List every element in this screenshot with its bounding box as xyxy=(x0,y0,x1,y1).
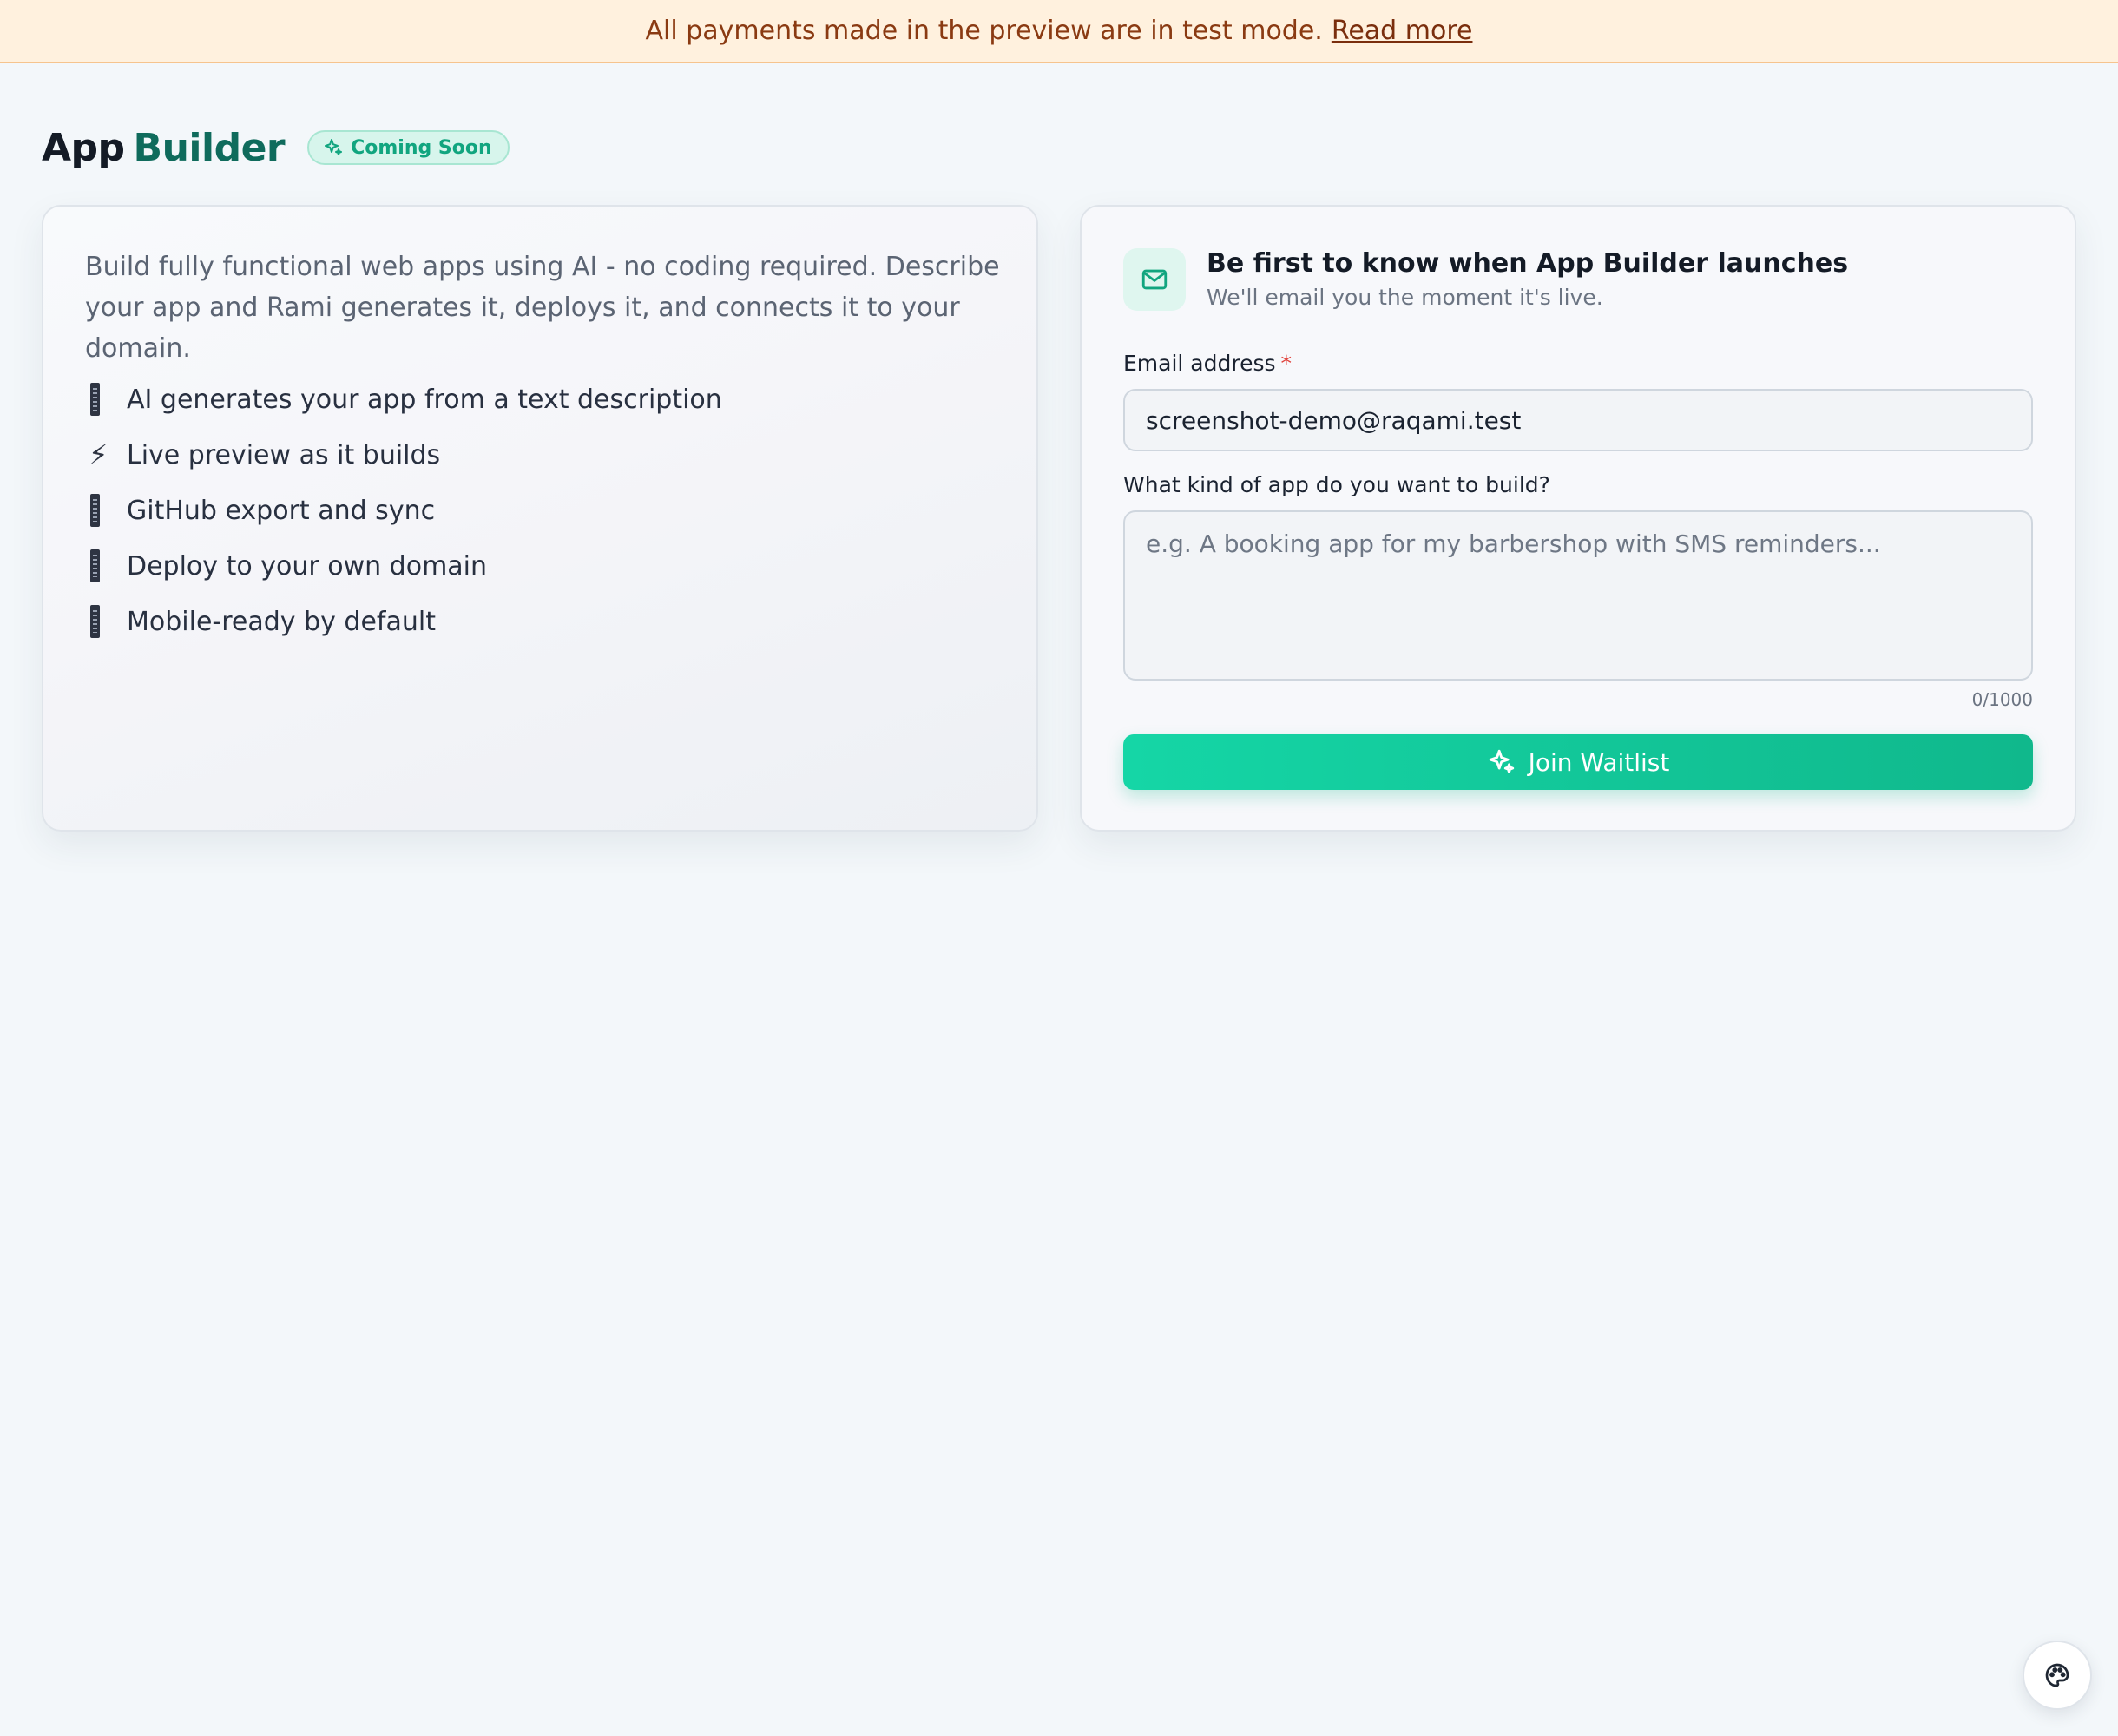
feature-item: Deploy to your own domain xyxy=(85,538,722,594)
sparkle-icon xyxy=(325,139,343,155)
feature-label: Live preview as it builds xyxy=(127,439,441,470)
phone-glyph-icon xyxy=(90,549,100,582)
feature-label: GitHub export and sync xyxy=(127,495,436,526)
feature-item: ⚡︎ Live preview as it builds xyxy=(85,427,722,483)
feature-label: AI generates your app from a text descri… xyxy=(127,384,722,415)
character-counter: 0/1000 xyxy=(1971,689,2033,710)
page-header: App Builder Coming Soon xyxy=(42,122,510,174)
phone-glyph-icon xyxy=(90,383,100,416)
email-field[interactable]: screenshot-demo@raqami.test xyxy=(1123,389,2033,451)
phone-glyph-icon xyxy=(90,605,100,638)
theme-palette-button[interactable] xyxy=(2023,1641,2092,1710)
intro-card: Build fully functional web apps using AI… xyxy=(42,205,1038,832)
waitlist-title: Be first to know when App Builder launch… xyxy=(1207,248,1849,279)
join-waitlist-button[interactable]: Join Waitlist xyxy=(1123,734,2033,790)
email-label: Email address * xyxy=(1123,351,1292,376)
email-label-text: Email address xyxy=(1123,351,1276,376)
feature-label: Mobile-ready by default xyxy=(127,606,436,637)
palette-icon xyxy=(2045,1663,2069,1687)
lightning-icon: ⚡︎ xyxy=(89,438,109,471)
page-title-app: App xyxy=(42,125,125,170)
feature-item: AI generates your app from a text descri… xyxy=(85,372,722,427)
intro-description: Build fully functional web apps using AI… xyxy=(85,252,1000,364)
app-idea-textarea[interactable]: e.g. A booking app for my barbershop wit… xyxy=(1123,510,2033,681)
required-mark: * xyxy=(1280,351,1293,376)
email-value: screenshot-demo@raqami.test xyxy=(1146,405,1522,435)
coming-soon-badge: Coming Soon xyxy=(307,130,510,165)
page-title: App Builder xyxy=(42,125,286,170)
test-mode-banner: All payments made in the preview are in … xyxy=(0,0,2118,63)
waitlist-subtitle: We'll email you the moment it's live. xyxy=(1207,285,1603,310)
sparkle-icon xyxy=(1489,749,1514,773)
badge-label: Coming Soon xyxy=(351,136,492,159)
read-more-link[interactable]: Read more xyxy=(1332,16,1473,46)
feature-label: Deploy to your own domain xyxy=(127,550,488,582)
app-idea-placeholder: e.g. A booking app for my barbershop wit… xyxy=(1146,529,1881,558)
app-idea-label: What kind of app do you want to build? xyxy=(1123,472,1550,497)
mail-icon-box xyxy=(1123,248,1186,311)
page-title-builder: Builder xyxy=(133,125,286,170)
phone-glyph-icon xyxy=(90,494,100,527)
banner-text: All payments made in the preview are in … xyxy=(645,16,1323,46)
join-waitlist-label: Join Waitlist xyxy=(1528,747,1670,777)
feature-item: GitHub export and sync xyxy=(85,483,722,538)
feature-list: AI generates your app from a text descri… xyxy=(85,372,722,649)
mail-icon xyxy=(1141,269,1168,290)
waitlist-card: Be first to know when App Builder launch… xyxy=(1080,205,2076,832)
feature-item: Mobile-ready by default xyxy=(85,594,722,649)
